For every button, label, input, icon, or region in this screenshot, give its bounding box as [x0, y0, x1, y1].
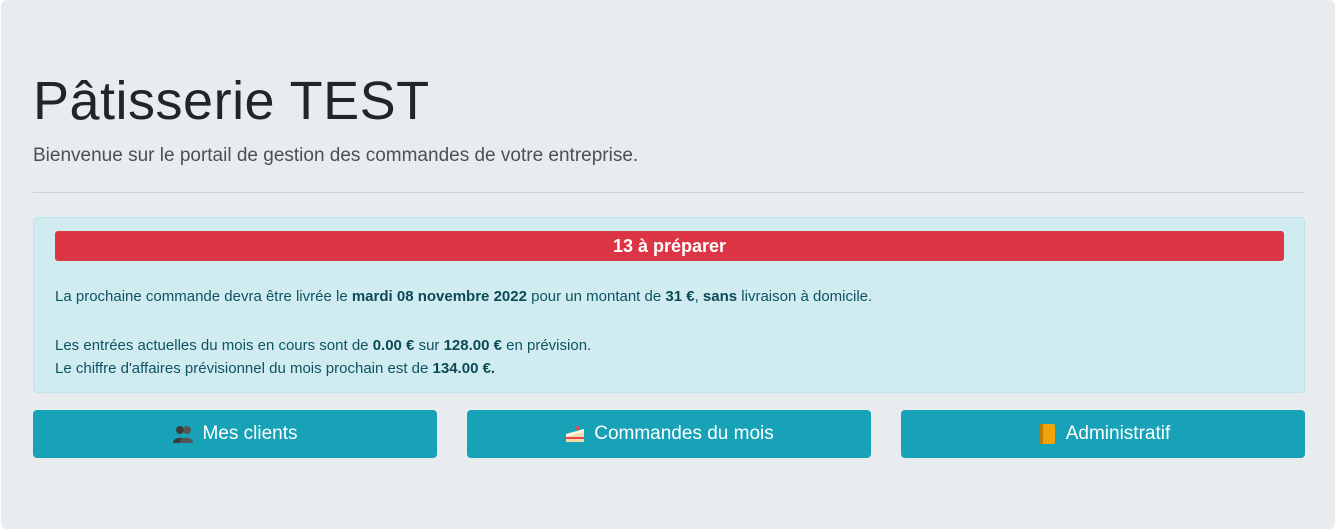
month-income-suffix: en prévision.: [501, 337, 592, 354]
delivery-flag: sans: [702, 288, 738, 305]
month-income-current: 0.00 €: [372, 337, 415, 354]
clients-button-label: Mes clients: [202, 423, 298, 444]
month-income-mid: sur: [414, 337, 444, 354]
month-income-prefix: Les entrées actuelles du mois en cours s…: [55, 337, 373, 354]
info-alert: 13 à préparer La prochaine commande devr…: [33, 217, 1305, 393]
admin-button-label: Administratif: [1065, 423, 1171, 444]
next-order-suffix: livraison à domicile.: [737, 288, 873, 305]
people-icon: [172, 423, 194, 445]
clients-button[interactable]: Mes clients: [33, 410, 437, 458]
next-order-prefix: La prochaine commande devra être livrée …: [55, 288, 352, 305]
month-income-text: Les entrées actuelles du mois en cours s…: [55, 337, 591, 354]
next-order-mid: pour un montant de: [526, 288, 666, 305]
monthly-orders-button-label: Commandes du mois: [594, 423, 774, 444]
next-order-text: La prochaine commande devra être livrée …: [55, 288, 872, 305]
month-income-forecast: 128.00 €: [443, 337, 502, 354]
cake-icon: [564, 423, 586, 445]
next-month-text: Le chiffre d'affaires prévisionnel du mo…: [55, 360, 495, 377]
admin-button[interactable]: Administratif: [901, 410, 1305, 458]
page-title: Pâtisserie TEST: [33, 71, 430, 131]
next-month-prefix: Le chiffre d'affaires prévisionnel du mo…: [55, 360, 433, 377]
page-subtitle: Bienvenue sur le portail de gestion des …: [33, 145, 639, 166]
orders-to-prepare-badge: 13 à préparer: [55, 231, 1284, 261]
notebook-icon: [1036, 423, 1058, 445]
divider: [33, 192, 1305, 193]
next-order-date: mardi 08 novembre 2022: [351, 288, 527, 305]
next-order-amount: 31 €: [665, 288, 695, 305]
next-month-amount: 134.00 €.: [432, 360, 496, 377]
monthly-orders-button[interactable]: Commandes du mois: [467, 410, 871, 458]
jumbotron: Pâtisserie TEST Bienvenue sur le portail…: [1, 0, 1335, 529]
next-order-sep: ,: [694, 288, 703, 305]
